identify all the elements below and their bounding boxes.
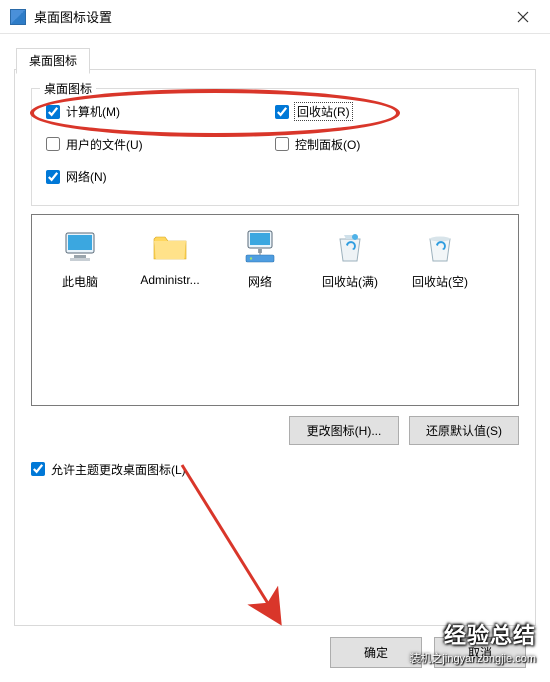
checkbox-recycle-label: 回收站(R): [295, 103, 352, 120]
check-row-3: 网络(N): [46, 168, 504, 187]
icon-label: 回收站(满): [322, 273, 378, 290]
checkbox-computer[interactable]: 计算机(M): [46, 103, 120, 120]
content-area: 桌面图标 桌面图标 计算机(M) 回收站(R): [0, 34, 550, 636]
checkbox-recycle-input[interactable]: [275, 105, 289, 119]
checkbox-userfiles-label: 用户的文件(U): [66, 136, 143, 153]
check-row-2: 用户的文件(U) 控制面板(O): [46, 136, 504, 155]
group-title: 桌面图标: [40, 80, 96, 97]
icon-label: 回收站(空): [412, 273, 468, 290]
desktop-icons-group: 桌面图标 计算机(M) 回收站(R): [31, 88, 519, 206]
checkbox-userfiles-input[interactable]: [46, 137, 60, 151]
tab-panel: 桌面图标 计算机(M) 回收站(R): [14, 70, 536, 626]
this-pc-icon: [60, 227, 100, 267]
check-row-1: 计算机(M) 回收站(R): [46, 103, 504, 122]
icon-label: 网络: [248, 273, 272, 290]
checkbox-allow-theme[interactable]: 允许主题更改桌面图标(L): [31, 461, 186, 478]
icon-item-recycle-empty[interactable]: 回收站(空): [396, 223, 484, 294]
close-button[interactable]: [500, 2, 546, 32]
tab-strip: 桌面图标: [14, 46, 536, 70]
titlebar: 桌面图标设置: [0, 0, 550, 34]
checkbox-allow-theme-label: 允许主题更改桌面图标(L): [51, 461, 186, 478]
tab-desktop-icons[interactable]: 桌面图标: [16, 48, 90, 74]
user-folder-icon: [150, 227, 190, 267]
checkbox-userfiles[interactable]: 用户的文件(U): [46, 136, 143, 153]
icon-item-admin[interactable]: Administr...: [126, 223, 214, 291]
icon-list[interactable]: 此电脑 Administr...: [31, 214, 519, 406]
icon-item-this-pc[interactable]: 此电脑: [36, 223, 124, 294]
checkbox-cpanel-input[interactable]: [275, 137, 289, 151]
close-icon: [517, 11, 529, 23]
checkbox-network-label: 网络(N): [66, 168, 107, 185]
recycle-full-icon: [330, 227, 370, 267]
restore-default-button[interactable]: 还原默认值(S): [409, 416, 519, 445]
icon-label: Administr...: [140, 273, 199, 287]
icon-item-recycle-full[interactable]: 回收站(满): [306, 223, 394, 294]
window-title: 桌面图标设置: [34, 7, 500, 26]
watermark-subtitle: 装机之jingyanzongjie.com: [409, 650, 536, 666]
checkbox-allow-theme-input[interactable]: [31, 462, 45, 476]
icon-label: 此电脑: [62, 273, 98, 290]
checkbox-recycle[interactable]: 回收站(R): [275, 103, 352, 120]
checkbox-cpanel[interactable]: 控制面板(O): [275, 136, 360, 153]
recycle-empty-icon: [420, 227, 460, 267]
icon-item-network[interactable]: 网络: [216, 223, 304, 294]
watermark-title: 经验总结: [444, 618, 536, 650]
checkbox-network-input[interactable]: [46, 170, 60, 184]
app-icon: [10, 9, 26, 25]
checkbox-network[interactable]: 网络(N): [46, 168, 107, 185]
checkbox-cpanel-label: 控制面板(O): [295, 136, 360, 153]
allow-theme-row: 允许主题更改桌面图标(L): [31, 461, 519, 480]
checkbox-computer-input[interactable]: [46, 105, 60, 119]
checkbox-computer-label: 计算机(M): [66, 103, 120, 120]
icon-buttons-row: 更改图标(H)... 还原默认值(S): [31, 416, 519, 445]
network-icon: [240, 227, 280, 267]
change-icon-button[interactable]: 更改图标(H)...: [289, 416, 399, 445]
